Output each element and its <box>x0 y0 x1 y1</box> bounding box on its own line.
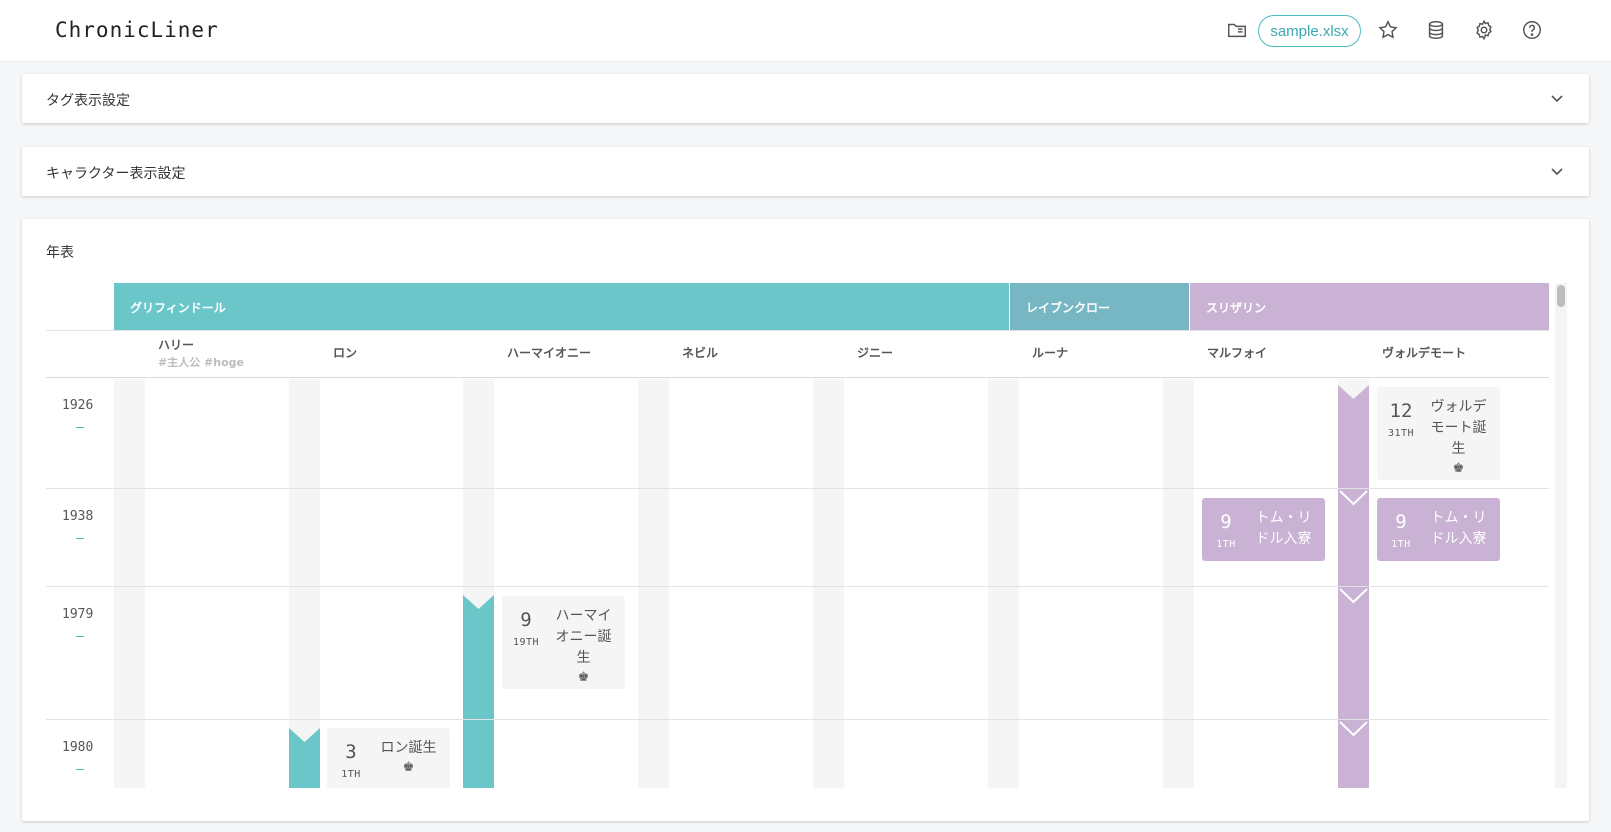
folder-open-icon[interactable] <box>1224 17 1250 43</box>
timeline-card: 年表 グリフィンドール レイブンクロー スリザリン ハリー #主人公 #hoge… <box>22 219 1589 821</box>
character-settings-header[interactable]: キャラクター表示設定 <box>22 147 1589 196</box>
year-expand-link[interactable] <box>76 769 84 770</box>
year-expand-link[interactable] <box>76 427 84 428</box>
event-day: 1TH <box>341 769 361 780</box>
group-header-gryffindor: グリフィンドール <box>114 283 1009 330</box>
event-date: 9 19TH <box>502 596 550 689</box>
event-month: 9 <box>1220 511 1232 533</box>
app-logo[interactable]: ChronicLiner <box>55 18 219 42</box>
event-card[interactable]: 3 1TH ロン誕生 ♚ <box>327 728 450 788</box>
event-card[interactable]: 9 1TH トム・リドル入寮 <box>1202 498 1325 561</box>
timeline-scrollbar-thumb[interactable] <box>1557 285 1565 307</box>
column-tags-harry: #主人公 #hoge <box>158 356 244 369</box>
year-label: 1938 <box>62 509 94 524</box>
event-date: 3 1TH <box>327 728 375 788</box>
year-expand-link[interactable] <box>76 538 84 539</box>
event-card[interactable]: 9 19TH ハーマイオニー誕生 ♚ <box>502 596 625 689</box>
event-title: トム・リドル入寮 <box>1430 510 1487 547</box>
row-divider <box>46 377 1549 378</box>
lane-ron <box>289 379 320 788</box>
row-divider <box>46 330 1549 331</box>
help-circle-icon[interactable] <box>1519 17 1545 43</box>
event-card[interactable]: 9 1TH トム・リドル入寮 <box>1377 498 1500 561</box>
gear-icon[interactable] <box>1471 17 1497 43</box>
character-settings-panel[interactable]: キャラクター表示設定 <box>22 147 1589 196</box>
year-expand-link[interactable] <box>76 636 84 637</box>
event-title: ヴォルデモート誕生 <box>1430 399 1487 457</box>
year-label: 1980 <box>62 740 94 755</box>
row-divider <box>46 719 1549 720</box>
file-name-chip[interactable]: sample.xlsx <box>1258 15 1361 47</box>
crown-icon: ♚ <box>577 670 590 685</box>
tag-settings-title: タグ表示設定 <box>46 93 130 109</box>
event-card[interactable]: 12 31TH ヴォルデモート誕生 ♚ <box>1377 387 1500 480</box>
lane-neville <box>638 379 669 788</box>
app-header: ChronicLiner sample.xlsx <box>0 0 1611 62</box>
event-title: トム・リドル入寮 <box>1255 510 1312 547</box>
column-header-ginny[interactable]: ジニー <box>857 344 893 361</box>
column-header-voldemort[interactable]: ヴォルデモート <box>1382 344 1466 361</box>
event-day: 1TH <box>1216 539 1236 550</box>
lane-fill-ron <box>289 728 320 788</box>
timeline-scrollbar[interactable] <box>1555 283 1567 788</box>
event-day: 19TH <box>512 637 540 648</box>
lane-harry <box>114 379 145 788</box>
database-icon[interactable] <box>1423 17 1449 43</box>
crown-icon: ♚ <box>1452 461 1465 476</box>
lane-fill-hermione <box>463 595 494 788</box>
event-date: 12 31TH <box>1377 387 1425 480</box>
column-header-luna[interactable]: ルーナ <box>1032 344 1068 361</box>
event-month: 9 <box>520 609 532 631</box>
timeline-grid[interactable]: グリフィンドール レイブンクロー スリザリン ハリー #主人公 #hoge ロン… <box>46 283 1576 788</box>
lane-ginny <box>813 379 844 788</box>
event-month: 3 <box>345 741 357 763</box>
year-label: 1979 <box>62 607 94 622</box>
row-divider <box>46 586 1549 587</box>
chevron-down-icon[interactable] <box>1549 163 1565 179</box>
tag-settings-header[interactable]: タグ表示設定 <box>22 74 1589 123</box>
lane-luna <box>988 379 1019 788</box>
column-header-neville[interactable]: ネビル <box>682 344 718 361</box>
crown-icon: ♚ <box>402 760 415 775</box>
event-date: 9 1TH <box>1377 498 1425 561</box>
character-settings-title: キャラクター表示設定 <box>46 166 186 182</box>
event-date: 9 1TH <box>1202 498 1250 561</box>
group-header-slytherin: スリザリン <box>1190 283 1549 330</box>
event-month: 9 <box>1395 511 1407 533</box>
group-header-ravenclaw: レイブンクロー <box>1010 283 1189 330</box>
event-title: ロン誕生 <box>380 740 437 756</box>
column-header-harry[interactable]: ハリー <box>158 336 194 353</box>
year-label: 1926 <box>62 398 94 413</box>
column-header-hermione[interactable]: ハーマイオニー <box>507 344 591 361</box>
column-header-malfoy[interactable]: マルフォイ <box>1207 344 1267 361</box>
event-day: 31TH <box>1387 428 1415 439</box>
chevron-down-icon[interactable] <box>1549 90 1565 106</box>
event-title: ハーマイオニー誕生 <box>555 608 612 666</box>
column-header-ron[interactable]: ロン <box>333 344 357 361</box>
timeline-title: 年表 <box>46 245 74 261</box>
row-divider <box>46 488 1549 489</box>
event-month: 12 <box>1389 400 1413 422</box>
lane-malfoy <box>1163 379 1194 788</box>
tag-settings-panel[interactable]: タグ表示設定 <box>22 74 1589 123</box>
star-icon[interactable] <box>1375 17 1401 43</box>
event-day: 1TH <box>1391 539 1411 550</box>
